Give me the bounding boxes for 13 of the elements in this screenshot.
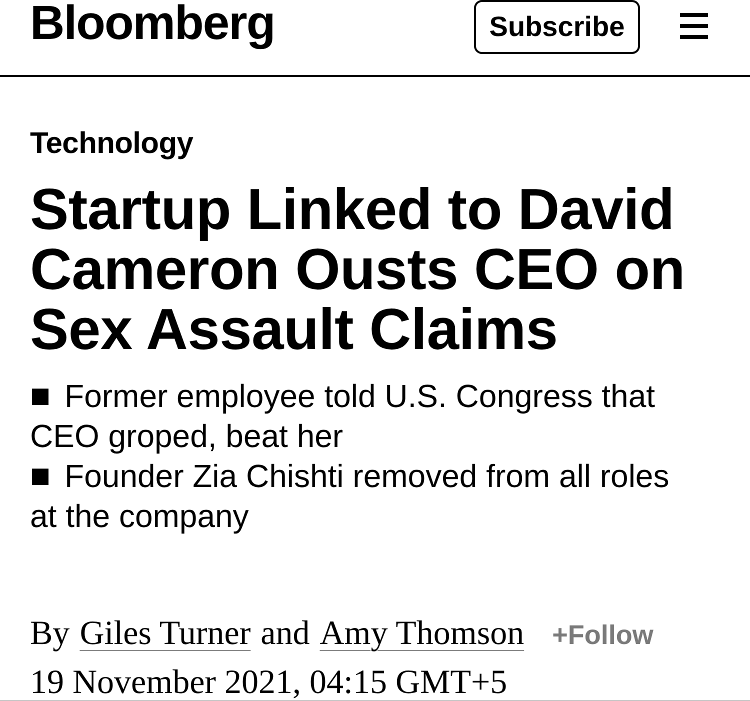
headline: Startup Linked to David Cameron Ousts CEO on Sex Assault Claims xyxy=(30,180,686,360)
author-link[interactable]: Amy Thomson xyxy=(320,610,524,657)
byline-conjunction: and xyxy=(260,614,310,654)
subscribe-button[interactable]: Subscribe xyxy=(474,0,640,54)
summary-bullet: ■ Founder Zia Chishti removed from all roles at the company xyxy=(30,456,670,536)
summary-bullet: ■ Former employee told U.S. Congress that CEO groped, beat her xyxy=(30,376,656,456)
section-label[interactable]: Technology xyxy=(30,127,194,160)
publish-date: 19 November 2021, 04:15 GMT+5 xyxy=(30,663,508,700)
author-link[interactable]: Giles Turner xyxy=(80,610,251,657)
byline-prefix: By xyxy=(30,614,70,654)
bloomberg-logo[interactable]: Bloomberg xyxy=(30,0,275,48)
menu-icon[interactable] xyxy=(680,13,708,39)
follow-button[interactable]: +Follow xyxy=(552,612,654,659)
